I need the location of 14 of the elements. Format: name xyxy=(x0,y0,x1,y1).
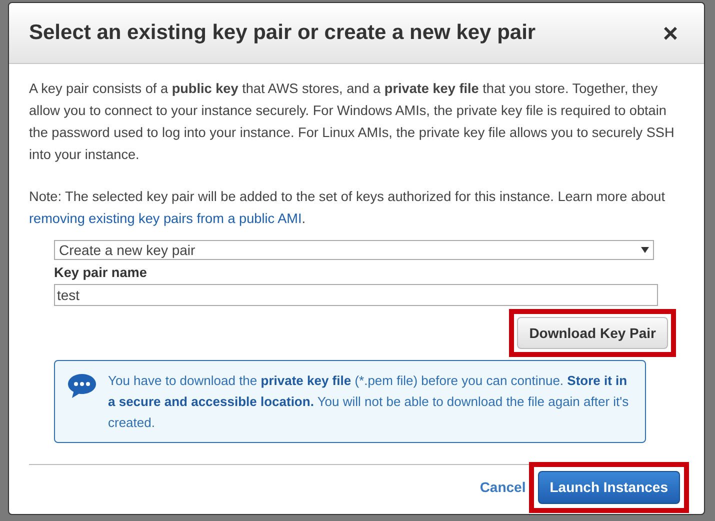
note-paragraph: Note: The selected key pair will be added to the set of keys authorized for this instance. Learn more about removing existing key pairs from a public AMI. xyxy=(29,188,666,228)
key-pair-select[interactable]: Create a new key pair xyxy=(54,240,654,260)
key-pair-name-label: Key pair name xyxy=(54,264,148,282)
info-message: You have to download the private key file (*.pem file) before you can continue. Store it in a secure and accessible location. You will not be able to download the file again after it's created. xyxy=(108,372,630,432)
key-pair-name-field[interactable]: test xyxy=(54,284,658,306)
close-button[interactable]: × xyxy=(662,20,678,46)
intro-paragraph: A key pair consists of a public key that AWS stores, and a private key file that you store. Together, they allow you to connect to your instance securely. For Windows AMIs, the private key file is required to obtain the password used to log into your instance. For Linux AMIs, the private key file allows you to securely SSH into your instance. xyxy=(29,80,676,164)
dropdown-arrow-icon xyxy=(641,247,649,253)
launch-instances-button[interactable]: Launch Instances xyxy=(538,471,680,504)
download-key-pair-button[interactable]: Download Key Pair xyxy=(517,317,668,349)
chat-bubble-icon xyxy=(66,372,98,400)
cancel-link[interactable]: Cancel xyxy=(480,477,526,498)
removing-key-pairs-link[interactable]: removing existing key pairs from a public AMI xyxy=(29,211,302,226)
dialog-title: Select an existing key pair or create a new key pair xyxy=(29,20,536,46)
